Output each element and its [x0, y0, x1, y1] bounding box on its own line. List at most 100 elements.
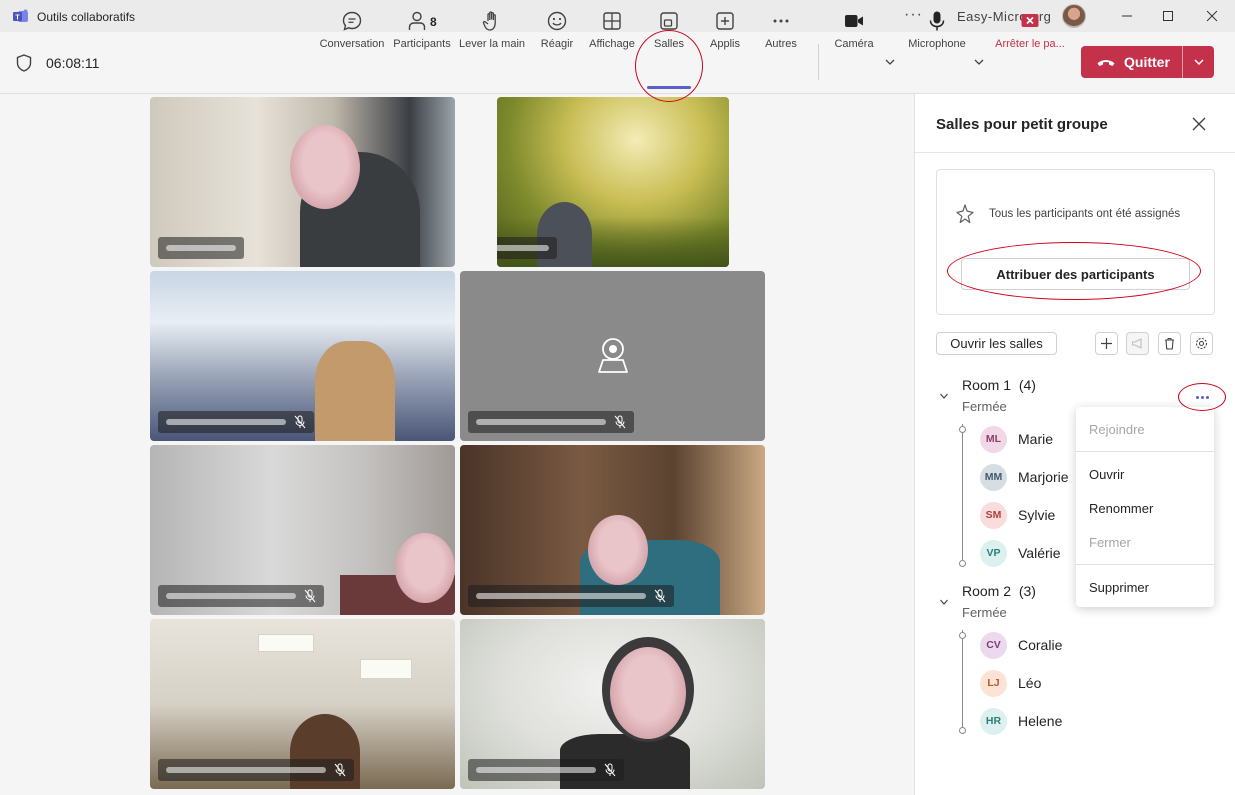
video-tile[interactable]: [460, 619, 765, 789]
room1-status: Fermée: [962, 399, 1007, 414]
member-name: Coralie: [1018, 637, 1063, 653]
video-tile[interactable]: [150, 445, 455, 615]
video-tile[interactable]: [150, 271, 455, 441]
muted-mic-icon: [614, 415, 626, 429]
tool-label: Applis: [710, 38, 740, 50]
camera-off-avatar-icon: [598, 338, 628, 373]
room2-name[interactable]: Room 2 (3): [962, 583, 1036, 599]
menu-item-open[interactable]: Ouvrir: [1089, 467, 1124, 482]
minimize-icon: [1122, 15, 1132, 17]
toolbar-divider: [818, 44, 819, 80]
tool-more[interactable]: Autres: [762, 10, 800, 56]
microphone-icon: [929, 11, 945, 31]
close-panel-icon[interactable]: [1191, 116, 1207, 132]
blurred-name: [476, 419, 606, 425]
leave-meeting-button[interactable]: Quitter: [1081, 46, 1214, 78]
user-avatar[interactable]: [1062, 4, 1086, 28]
add-room-button[interactable]: [1095, 332, 1118, 355]
shield-icon: [16, 54, 32, 72]
tool-label: Participants: [393, 38, 451, 50]
menu-item-join[interactable]: Rejoindre: [1089, 422, 1145, 437]
tool-breakout-rooms[interactable]: Salles: [649, 10, 689, 56]
room1-member: VP Valérie: [980, 539, 1061, 567]
participant-nameplate: [497, 237, 557, 259]
more-dot: [1200, 395, 1204, 399]
menu-item-rename[interactable]: Renommer: [1089, 501, 1153, 516]
blurred-name: [166, 767, 326, 773]
room1-count: (4): [1018, 377, 1036, 393]
video-tile[interactable]: [150, 619, 455, 789]
tree-node: [959, 727, 966, 734]
room1-name[interactable]: Room 1 (4): [962, 377, 1036, 393]
tool-microphone[interactable]: Microphone: [905, 10, 969, 56]
tool-view[interactable]: Affichage: [588, 10, 636, 56]
leave-options-button[interactable]: [1183, 56, 1214, 68]
tool-participants[interactable]: 8 Participants: [392, 10, 452, 56]
room1-member: ML Marie: [980, 425, 1053, 453]
muted-mic-icon: [304, 589, 316, 603]
muted-mic-icon: [334, 763, 346, 777]
more-dot: [1195, 395, 1199, 399]
announcement-button[interactable]: [1126, 332, 1149, 355]
active-tab-indicator: [647, 86, 691, 89]
leave-button-main[interactable]: Quitter: [1081, 46, 1182, 78]
participant-nameplate: [158, 759, 354, 781]
room1-title: Room 1: [962, 377, 1012, 393]
tool-raise-hand[interactable]: Lever la main: [459, 10, 525, 56]
video-tile[interactable]: [497, 97, 729, 267]
open-rooms-button[interactable]: Ouvrir les salles: [936, 332, 1057, 355]
teams-logo-icon: T: [13, 9, 28, 22]
window-title: Outils collaboratifs: [37, 10, 136, 24]
muted-mic-icon: [294, 415, 306, 429]
maximize-button[interactable]: [1153, 5, 1183, 27]
blurred-face: [395, 533, 455, 603]
menu-item-close[interactable]: Fermer: [1089, 535, 1131, 550]
member-avatar: VP: [980, 539, 1007, 567]
delete-rooms-button[interactable]: [1158, 332, 1181, 355]
people-icon: [408, 11, 426, 30]
maximize-icon: [1163, 11, 1173, 21]
tool-stop-sharing[interactable]: Arrêter le pa...: [995, 10, 1065, 56]
tool-react[interactable]: Réagir: [537, 10, 577, 56]
assign-participants-button[interactable]: Attribuer des participants: [961, 258, 1190, 290]
breakout-rooms-icon: [660, 12, 678, 30]
room1-tree-line: [962, 424, 963, 560]
member-avatar: ML: [980, 425, 1007, 453]
blurred-name: [166, 245, 236, 251]
camera-options-chevron-icon[interactable]: [884, 56, 896, 68]
member-name: Léo: [1018, 675, 1042, 691]
meeting-timer: 06:08:11: [46, 55, 100, 71]
video-tile[interactable]: [460, 445, 765, 615]
member-name: Marjorie: [1018, 469, 1069, 485]
menu-separator: [1076, 451, 1214, 452]
member-name: Valérie: [1018, 545, 1061, 561]
close-window-button[interactable]: [1197, 5, 1227, 27]
panel-title: Salles pour petit groupe: [936, 116, 1108, 133]
tool-camera[interactable]: Caméra: [834, 10, 874, 56]
tool-label: Arrêter le pa...: [995, 38, 1065, 50]
blurred-name: [497, 245, 549, 251]
blurred-name: [476, 593, 646, 599]
tool-apps[interactable]: Applis: [706, 10, 744, 56]
room1-more-options-button[interactable]: [1187, 388, 1217, 406]
room2-expand-chevron-icon[interactable]: [939, 597, 949, 607]
menu-item-delete[interactable]: Supprimer: [1089, 580, 1149, 595]
tool-label: Conversation: [319, 38, 385, 50]
room1-expand-chevron-icon[interactable]: [939, 391, 949, 401]
tool-conversation[interactable]: Conversation: [320, 10, 384, 56]
video-tile[interactable]: [150, 97, 455, 267]
minimize-button[interactable]: [1112, 5, 1142, 27]
blurred-name: [476, 767, 596, 773]
tree-node: [959, 632, 966, 639]
tool-label: Réagir: [540, 38, 574, 50]
tool-label: Lever la main: [458, 38, 526, 50]
room2-title: Room 2: [962, 583, 1012, 599]
room-settings-button[interactable]: [1190, 332, 1213, 355]
microphone-options-chevron-icon[interactable]: [973, 56, 985, 68]
participant-nameplate: [468, 585, 674, 607]
member-avatar: CV: [980, 631, 1007, 659]
blurred-face: [610, 647, 686, 739]
room2-count: (3): [1018, 583, 1036, 599]
member-name: Marie: [1018, 431, 1054, 447]
video-tile-camera-off[interactable]: [460, 271, 765, 441]
